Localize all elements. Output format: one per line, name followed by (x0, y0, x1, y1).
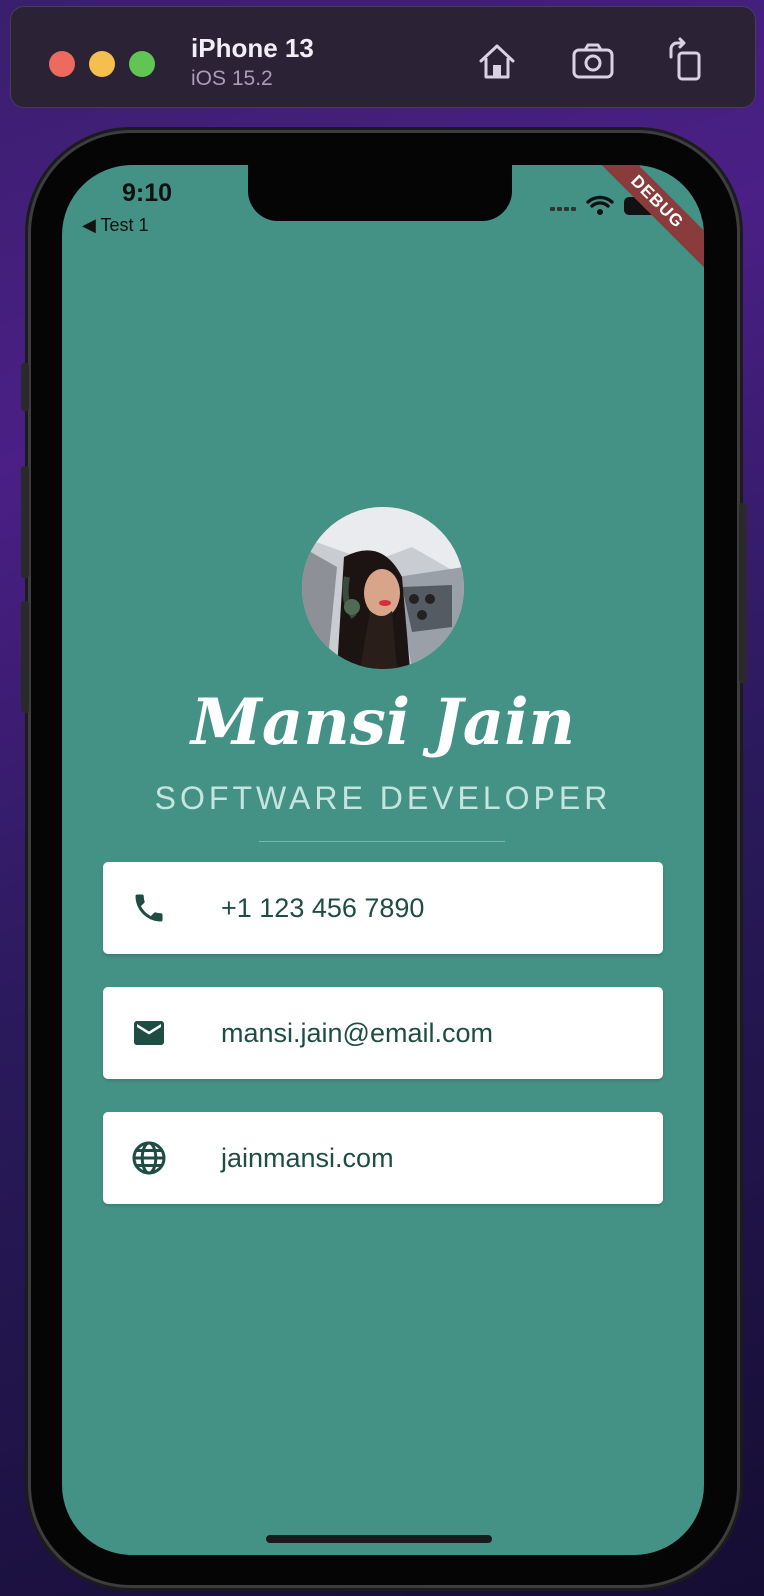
camera-icon[interactable] (569, 37, 617, 85)
minimize-window-button[interactable] (89, 51, 115, 77)
contact-card-phone[interactable]: +1 123 456 7890 (103, 862, 663, 954)
profile-avatar (302, 507, 464, 669)
profile-title: SOFTWARE DEVELOPER (154, 780, 612, 816)
power-button (739, 503, 747, 683)
wifi-icon (586, 195, 614, 215)
phone-number: +1 123 456 7890 (221, 893, 425, 923)
signal-icon (550, 207, 576, 211)
zoom-window-button[interactable] (129, 51, 155, 77)
status-time: 9:10 (122, 179, 173, 207)
rotate-icon[interactable] (661, 37, 709, 85)
mute-switch (21, 363, 29, 411)
device-name: iPhone 13 (191, 33, 314, 63)
notch (248, 165, 512, 221)
os-version: iOS 15.2 (191, 67, 273, 90)
website-url: jainmansi.com (221, 1143, 394, 1173)
contact-card-email[interactable]: mansi.jain@email.com (103, 987, 663, 1079)
back-to-app-link[interactable]: ◀ Test 1 (82, 215, 149, 236)
volume-up-button (21, 466, 29, 578)
mail-icon (134, 1021, 164, 1045)
home-icon[interactable] (473, 37, 521, 85)
home-indicator[interactable] (266, 1535, 492, 1543)
phone-icon (135, 894, 163, 922)
divider (259, 841, 505, 842)
simulator-toolbar: iPhone 13 iOS 15.2 (10, 6, 756, 108)
globe-icon (132, 1141, 166, 1175)
email-address: mansi.jain@email.com (221, 1018, 493, 1048)
contact-card-website[interactable]: jainmansi.com (103, 1112, 663, 1204)
close-window-button[interactable] (49, 51, 75, 77)
profile-name: Mansi Jain (190, 685, 576, 760)
app-screen: 9:10 ◀ Test 1 DEBUG Mansi Jain SOFTWARE … (62, 165, 704, 1555)
volume-down-button (21, 601, 29, 713)
